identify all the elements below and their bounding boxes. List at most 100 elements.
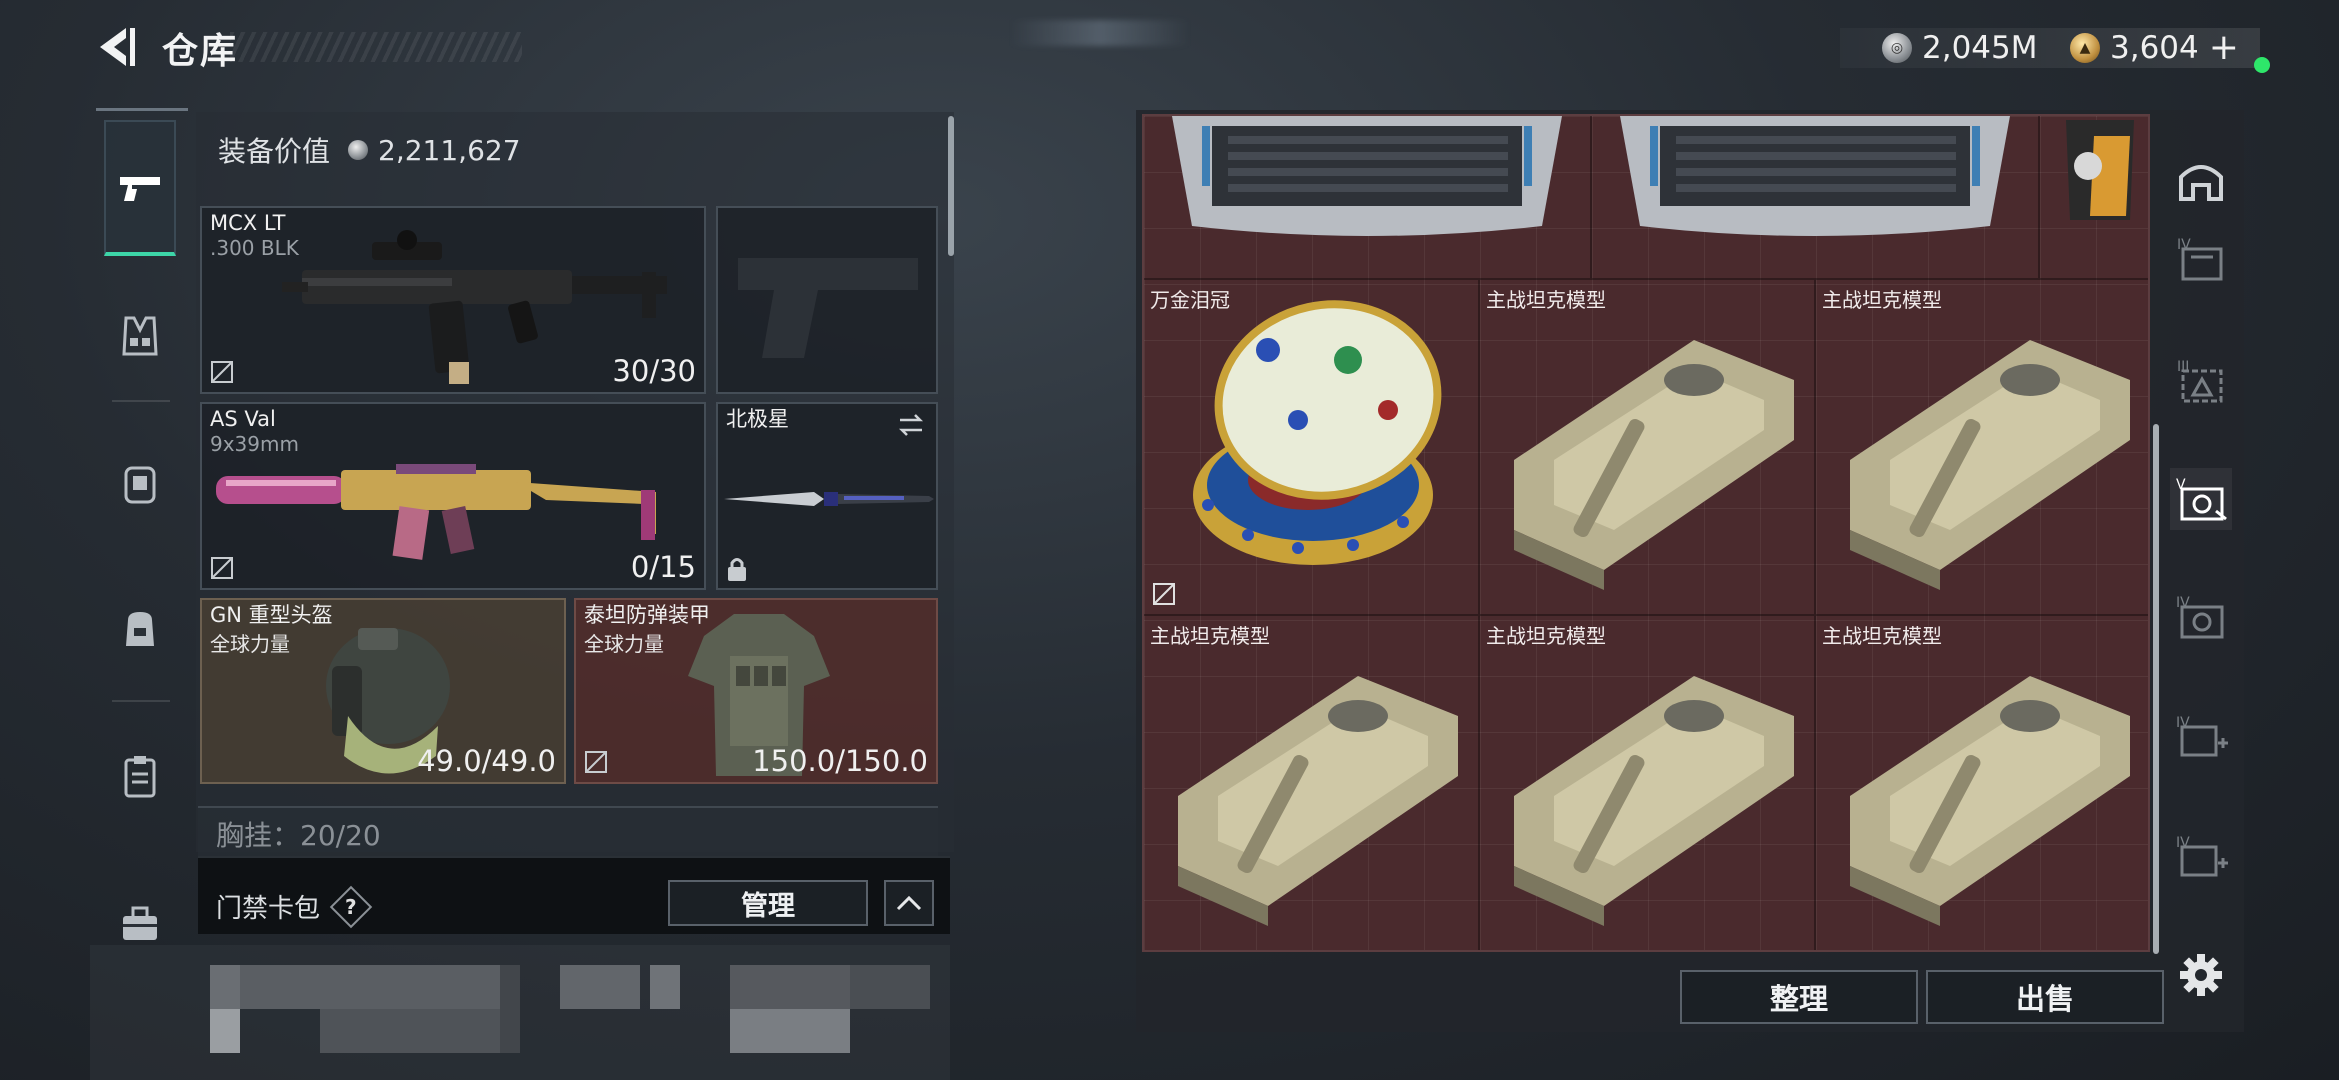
stash-tab-add-2-icon: IV — [2176, 835, 2228, 877]
svg-text:III: III — [2177, 359, 2189, 375]
silver-amount: 2,045M — [1922, 30, 2038, 66]
stash-tab-iv-2-icon: IV — [2176, 595, 2224, 639]
stash-tab-add-2[interactable]: IV — [2170, 826, 2232, 888]
online-status-indicator — [2254, 57, 2270, 73]
equipment-value: 装备价值 2,211,627 — [218, 130, 521, 170]
tank-model-image — [1850, 676, 2130, 926]
chevron-up-icon — [896, 895, 922, 911]
swap-icon[interactable] — [896, 410, 926, 440]
backpack-icon — [126, 612, 154, 646]
armor-icon — [124, 466, 156, 504]
secondary-weapon-slot[interactable]: AS Val 9x39mm 0/15 — [200, 402, 706, 590]
rail-tab-armor[interactable] — [104, 448, 176, 520]
weapon-ammo: 0/15 — [630, 550, 696, 584]
title-decoration — [230, 32, 522, 62]
server-rack-image — [1172, 116, 1562, 236]
stash-tab-iii-icon: III — [2177, 359, 2223, 403]
unmarked-icon — [211, 361, 233, 383]
stash-item-snack[interactable] — [2040, 116, 2148, 280]
primary-weapon-slot[interactable]: MCX LT .300 BLK 30/30 — [200, 206, 706, 394]
stash-item-server[interactable] — [1144, 116, 1592, 280]
knife-image — [724, 492, 934, 506]
helmet-durability: 49.0/49.0 — [417, 744, 556, 778]
rail-top-line — [96, 108, 188, 111]
helmet-slot[interactable]: GN 重型头盔 全球力量 49.0/49.0 — [200, 598, 566, 784]
keycard-label: 门禁卡包 — [216, 894, 321, 924]
keycard-section: 门禁卡包 ? — [216, 885, 373, 928]
vest-icon — [122, 316, 158, 356]
rail-separator — [112, 400, 170, 402]
stash-tab-iv-2[interactable]: IV — [2170, 586, 2232, 648]
rail-tab-weapons[interactable] — [104, 120, 176, 256]
stash-item-tank-model[interactable]: 主战坦克模型 — [1480, 280, 1816, 616]
melee-name: 北极星 — [726, 407, 789, 431]
armor-slot[interactable]: 泰坦防弹装甲 全球力量 150.0/150.0 — [574, 598, 938, 784]
sidearm-slot[interactable] — [716, 206, 938, 394]
pixelated-blur — [90, 945, 950, 1080]
rail-tab-records[interactable] — [104, 740, 176, 812]
stash-item-tank-model[interactable]: 主战坦克模型 — [1480, 616, 1816, 950]
lock-icon — [728, 558, 746, 581]
stash-grid: 万金泪冠 主战坦克模型 主战坦克模型 主战坦克模型 主战坦克模型 主战坦克模型 — [1142, 114, 2150, 952]
chest-rig-row[interactable]: 胸挂：20/20 — [198, 806, 938, 856]
weapon-name: MCX LT — [210, 211, 286, 235]
gold-coin-icon: ▲ — [2070, 33, 2100, 63]
manage-button[interactable]: 管理 — [668, 880, 868, 926]
jeweled-egg-image — [1193, 300, 1442, 565]
pistol-icon — [120, 177, 160, 201]
pistol-silhouette-icon — [738, 258, 918, 358]
equipment-value-label: 装备价值 — [218, 135, 331, 168]
back-arrow-icon[interactable] — [92, 22, 142, 72]
home-tab-icon — [2179, 165, 2223, 201]
helmet-name: GN 重型头盔 — [210, 603, 333, 627]
rail-tab-rig[interactable] — [104, 300, 176, 372]
help-icon[interactable]: ? — [329, 885, 373, 928]
stash-tab-v[interactable]: V — [2170, 468, 2232, 530]
sort-button[interactable]: 整理 — [1680, 970, 1918, 1024]
tank-model-image — [1850, 340, 2130, 590]
unmarked-icon — [211, 557, 233, 579]
weapon-name: AS Val — [210, 407, 276, 431]
silver-coin-icon: ◎ — [1882, 33, 1912, 63]
stash-item-jewel-egg[interactable]: 万金泪冠 — [1144, 280, 1480, 616]
page-title: 仓库 — [162, 31, 239, 72]
equipment-value-amount: 2,211,627 — [378, 133, 521, 167]
silver-currency: ◎ 2,045M — [1882, 30, 2038, 66]
sell-button[interactable]: 出售 — [1926, 970, 2164, 1024]
stash-tab-add-1-icon: IV — [2176, 715, 2228, 757]
stash-item-server[interactable] — [1592, 116, 2040, 280]
briefcase-icon — [123, 906, 157, 940]
clipboard-icon — [124, 756, 156, 798]
add-currency-button[interactable]: + — [2209, 30, 2239, 66]
stash-item-tank-model[interactable]: 主战坦克模型 — [1144, 616, 1480, 950]
server-rack-image — [1620, 116, 2010, 236]
stash-tab-iv-1-icon: IV — [2177, 237, 2223, 281]
collapse-button[interactable] — [884, 880, 934, 926]
tank-model-image — [1178, 676, 1458, 926]
stash-scrollbar[interactable] — [2153, 424, 2159, 954]
stash-tab-iii[interactable]: III — [2170, 350, 2232, 412]
rail-tab-backpack[interactable] — [104, 592, 176, 664]
stash-tab-iv-1[interactable]: IV — [2170, 228, 2232, 290]
armor-durability: 150.0/150.0 — [752, 744, 928, 778]
weapon-ammo: 30/30 — [612, 354, 696, 388]
silver-coin-icon — [348, 140, 369, 160]
tank-model-image — [1514, 676, 1794, 926]
stash-tab-home[interactable] — [2170, 150, 2232, 212]
rail-separator — [112, 700, 170, 702]
armor-brand: 全球力量 — [584, 632, 664, 656]
stash-tab-v-icon: V — [2176, 477, 2227, 521]
unmarked-icon — [1153, 583, 1175, 605]
chest-rig-label: 胸挂：20/20 — [216, 819, 381, 852]
unmarked-icon — [585, 751, 607, 773]
settings-gear-icon[interactable] — [2178, 952, 2224, 998]
background-light-streak — [1010, 20, 1190, 46]
snack-bag-image — [2066, 120, 2134, 220]
stash-item-tank-model[interactable]: 主战坦克模型 — [1816, 280, 2148, 616]
stash-item-tank-model[interactable]: 主战坦克模型 — [1816, 616, 2148, 950]
stash-tab-add-1[interactable]: IV — [2170, 706, 2232, 768]
helmet-brand: 全球力量 — [210, 632, 290, 656]
melee-slot[interactable]: 北极星 — [716, 402, 938, 590]
equipment-scrollbar[interactable] — [948, 116, 954, 256]
tank-model-image — [1514, 340, 1794, 590]
